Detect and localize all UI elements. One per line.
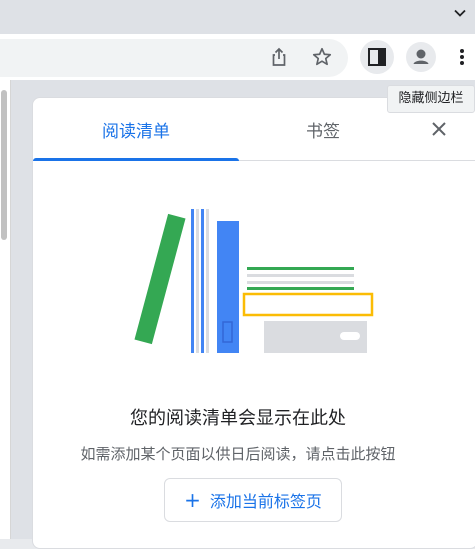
- illustration-page-line: [247, 267, 354, 270]
- side-panel: 阅读清单 书签 您的阅读清单会显示在此处 如需添加某个页面以供日后阅读，请点击此…: [32, 97, 475, 549]
- empty-state-title: 您的阅读清单会显示在此处: [130, 408, 346, 429]
- illustration-book-stripe: [201, 209, 204, 353]
- tab-bookmarks[interactable]: 书签: [255, 98, 391, 160]
- illustration-page-line: [247, 281, 354, 284]
- illustration-blue-book: [217, 221, 239, 353]
- plus-icon: +: [184, 488, 201, 512]
- illustration-book-stripe: [196, 209, 199, 353]
- add-current-tab-label: 添加当前标签页: [209, 492, 322, 511]
- close-icon[interactable]: [425, 115, 453, 143]
- scrollbar-thumb[interactable]: [1, 90, 7, 240]
- more-vert-icon[interactable]: [450, 40, 474, 74]
- add-current-tab-button[interactable]: + 添加当前标签页: [164, 478, 342, 522]
- chevron-down-icon[interactable]: [449, 2, 471, 24]
- empty-state-subtitle: 如需添加某个页面以供日后阅读，请点击此按钮: [80, 445, 396, 463]
- share-icon[interactable]: [262, 40, 296, 74]
- illustration-gray-pill: [340, 332, 360, 340]
- hide-side-panel-tooltip: 隐藏侧边栏: [387, 85, 475, 113]
- illustration-page-line: [247, 274, 354, 277]
- reading-list-illustration: [134, 209, 374, 353]
- tab-reading-list[interactable]: 阅读清单: [33, 98, 239, 161]
- page-content: [0, 80, 11, 539]
- profile-avatar-icon[interactable]: [404, 40, 438, 74]
- browser-toolbar: [0, 34, 475, 80]
- illustration-green-book: [134, 213, 186, 345]
- illustration-page-line: [247, 287, 354, 290]
- illustration-yellow-page: [242, 292, 374, 317]
- illustration-book-stripe: [191, 209, 194, 353]
- star-icon[interactable]: [305, 40, 339, 74]
- illustration-book-stripe: [206, 209, 209, 353]
- tab-strip: [0, 0, 475, 34]
- side-panel-icon[interactable]: [360, 40, 394, 74]
